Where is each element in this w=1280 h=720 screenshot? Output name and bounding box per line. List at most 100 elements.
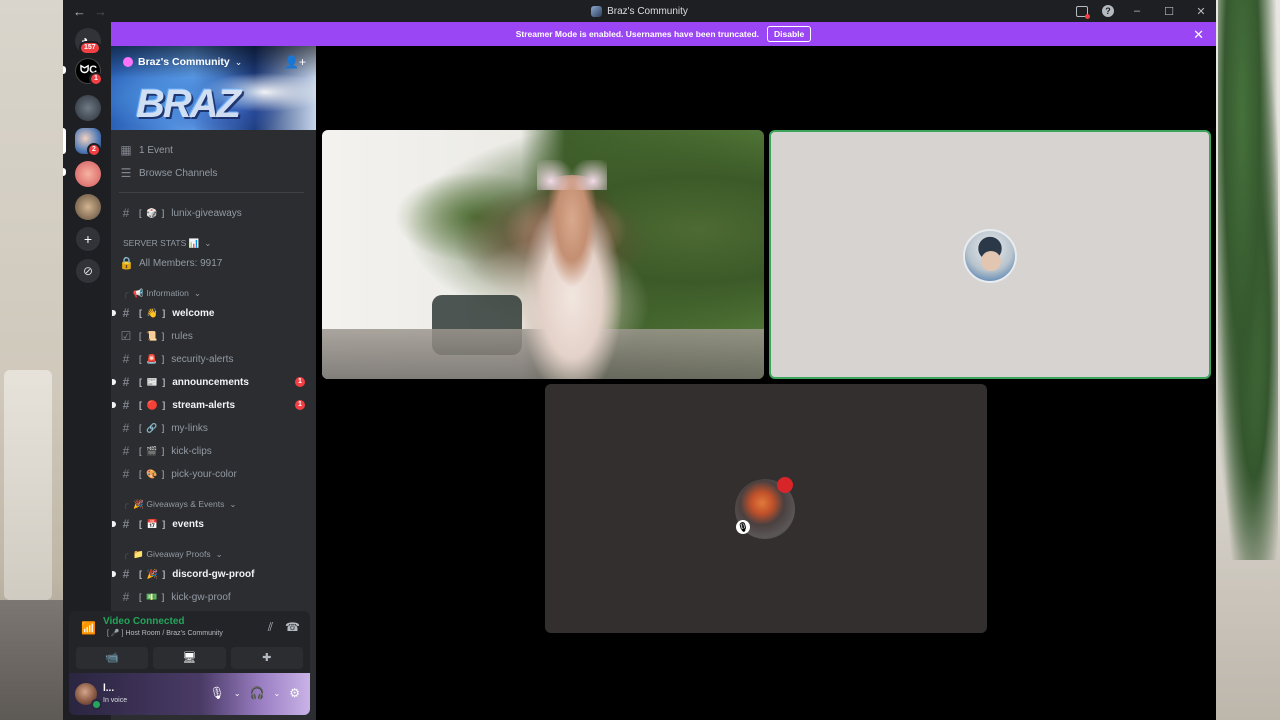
username[interactable]: l... <box>103 683 114 694</box>
voice-location[interactable]: [ 🎤 ] Host Room / Braz's Community <box>107 629 223 637</box>
events-link[interactable]: ▦ 1 Event <box>119 140 309 160</box>
streamer-mode-text: Streamer Mode is enabled. Usernames have… <box>515 29 760 39</box>
chevron-down-icon: ⌄ <box>229 498 237 509</box>
activity-button[interactable]: ✚ <box>230 647 303 669</box>
disable-streamer-mode-button[interactable]: Disable <box>767 26 812 42</box>
channel-kick-gw-proof[interactable]: # [ 💵 ] kick-gw-proof <box>119 587 309 607</box>
channel-name: welcome <box>172 307 215 319</box>
server-icon-3[interactable] <box>75 95 101 121</box>
cat-ear-headphones <box>537 160 607 190</box>
hash-icon: # <box>122 375 130 389</box>
online-status-icon <box>91 699 102 710</box>
voice-buttons: 📹 🖥 ✚ <box>76 647 303 669</box>
forward-arrow-icon[interactable]: → <box>94 4 107 19</box>
channel-stream-alerts[interactable]: # [ 🔴 ] stream-alerts 1 <box>112 395 309 415</box>
channel-welcome[interactable]: # [ 👋 ] welcome <box>112 303 309 323</box>
server-header[interactable]: Braz's Community ⌄ 👤+ <box>111 46 316 78</box>
browse-channels-link[interactable]: ☰ Browse Channels <box>119 163 309 183</box>
category-server-stats[interactable]: SERVER STATS 📊 ⌄ <box>123 235 211 251</box>
channel-lunix-giveaways[interactable]: # [ 🎲 ] lunix-giveaways <box>119 203 309 223</box>
camera-button[interactable]: 📹 <box>76 647 149 669</box>
channel-name: security-alerts <box>171 353 234 365</box>
chevron-down-icon[interactable]: ⌄ <box>274 689 281 698</box>
disconnect-icon[interactable]: ☎ <box>285 620 300 635</box>
server-icon-6[interactable] <box>75 194 101 220</box>
video-tile-speaking-user[interactable] <box>769 130 1211 379</box>
window-title-text: Braz's Community <box>607 5 688 17</box>
boost-icon <box>123 57 133 67</box>
unread-pill-2 <box>63 168 66 176</box>
invite-people-icon[interactable]: 👤+ <box>284 55 306 69</box>
channel-name: rules <box>171 330 193 342</box>
chevron-down-icon: ⌄ <box>215 548 223 559</box>
background-plant <box>1218 0 1278 560</box>
background-floor <box>0 600 63 720</box>
channel-events[interactable]: # [ 📅 ] events <box>112 514 309 534</box>
video-tile-camera[interactable] <box>322 130 764 379</box>
inbox-icon[interactable] <box>1076 5 1090 19</box>
channel-my-links[interactable]: # [ 🔗 ] my-links <box>119 418 309 438</box>
category-giveaway-proofs[interactable]: ╭ 📁 Giveaway Proofs ⌄ <box>123 546 223 562</box>
user-status: In voice <box>103 697 128 704</box>
divider <box>119 192 304 193</box>
server-icon <box>591 5 603 17</box>
channel-rules[interactable]: ☑ [ 📜 ] rules <box>119 326 309 346</box>
channel-security-alerts[interactable]: # [ 🚨 ] security-alerts <box>119 349 309 369</box>
close-banner-icon[interactable]: ✕ <box>1193 27 1204 43</box>
server-banner-logo: BRAZ <box>136 82 241 126</box>
video-person <box>512 175 632 379</box>
channel-announcements[interactable]: # [ 📰 ] announcements 1 <box>112 372 309 392</box>
window-controls: ? – ☐ ✕ <box>1076 0 1210 22</box>
headphones-icon[interactable]: 🎧 <box>250 686 265 700</box>
channel-name: my-links <box>171 422 208 434</box>
channel-kick-clips[interactable]: # [ 🎬 ] kick-clips <box>119 441 309 461</box>
channel-name: pick-your-color <box>171 468 237 480</box>
channel-emoji: [ 🎉 ] <box>139 568 167 579</box>
unread-indicator <box>112 521 116 527</box>
channel-emoji: [ 🔗 ] <box>139 422 166 433</box>
events-label: 1 Event <box>139 144 173 156</box>
microphone-icon[interactable]: 🎙 <box>210 686 225 700</box>
hash-icon: # <box>122 590 130 604</box>
thread-line-icon: ╭ <box>123 287 129 298</box>
voice-status[interactable]: Video Connected <box>103 616 185 627</box>
unread-indicator <box>112 310 116 316</box>
chevron-down-icon: ⌄ <box>193 287 202 298</box>
help-icon[interactable]: ? <box>1102 5 1114 17</box>
rules-checkbox-icon: ☑ <box>120 329 132 343</box>
channel-emoji: [ 📜 ] <box>139 330 166 341</box>
channel-emoji: [ 💵 ] <box>139 591 166 602</box>
screen-share-button[interactable]: 🖥 <box>153 647 226 669</box>
category-label: SERVER STATS 📊 <box>123 237 200 248</box>
add-server-icon[interactable]: + <box>76 227 100 251</box>
minimize-button[interactable]: – <box>1128 5 1146 17</box>
background-object <box>4 370 52 600</box>
video-tile-muted-user[interactable]: 🎙 <box>545 384 987 633</box>
lock-icon: 🔒 <box>119 256 134 270</box>
noise-suppression-icon[interactable]: ⫽ <box>268 620 273 635</box>
channel-discord-gw-proof[interactable]: # [ 🎉 ] discord-gw-proof <box>112 564 309 584</box>
channel-emoji: [ 🚨 ] <box>139 353 166 364</box>
server-2-badge: 1 <box>89 72 103 86</box>
close-window-button[interactable]: ✕ <box>1192 5 1210 18</box>
channel-emoji: [ 🎬 ] <box>139 445 166 456</box>
voice-channel-members[interactable]: 🔒 All Members: 9917 <box>119 253 309 273</box>
settings-gear-icon[interactable]: ⚙ <box>289 686 300 700</box>
calendar-icon: ▦ <box>120 143 132 157</box>
selected-pill <box>63 128 66 154</box>
maximize-button[interactable]: ☐ <box>1160 5 1178 18</box>
video-stage: 🎙 <box>316 46 1216 720</box>
channel-pick-your-color[interactable]: # [ 🎨 ] pick-your-color <box>119 464 309 484</box>
category-information[interactable]: ╭ 📢 Information ⌄ <box>123 285 201 301</box>
back-arrow-icon[interactable]: ← <box>73 4 86 19</box>
hash-icon: # <box>122 398 130 412</box>
participant-avatar <box>963 229 1017 283</box>
signal-icon[interactable]: 📶 <box>81 621 96 635</box>
channel-name: announcements <box>172 376 249 388</box>
chevron-down-icon[interactable]: ⌄ <box>234 689 241 698</box>
category-giveaways-events[interactable]: ╭ 🎉 Giveaways & Events ⌄ <box>123 496 236 512</box>
channel-name: kick-clips <box>171 445 212 457</box>
server-icon-5[interactable] <box>75 161 101 187</box>
explore-icon[interactable]: ⊘ <box>76 259 100 283</box>
server-name: Braz's Community <box>138 56 230 68</box>
